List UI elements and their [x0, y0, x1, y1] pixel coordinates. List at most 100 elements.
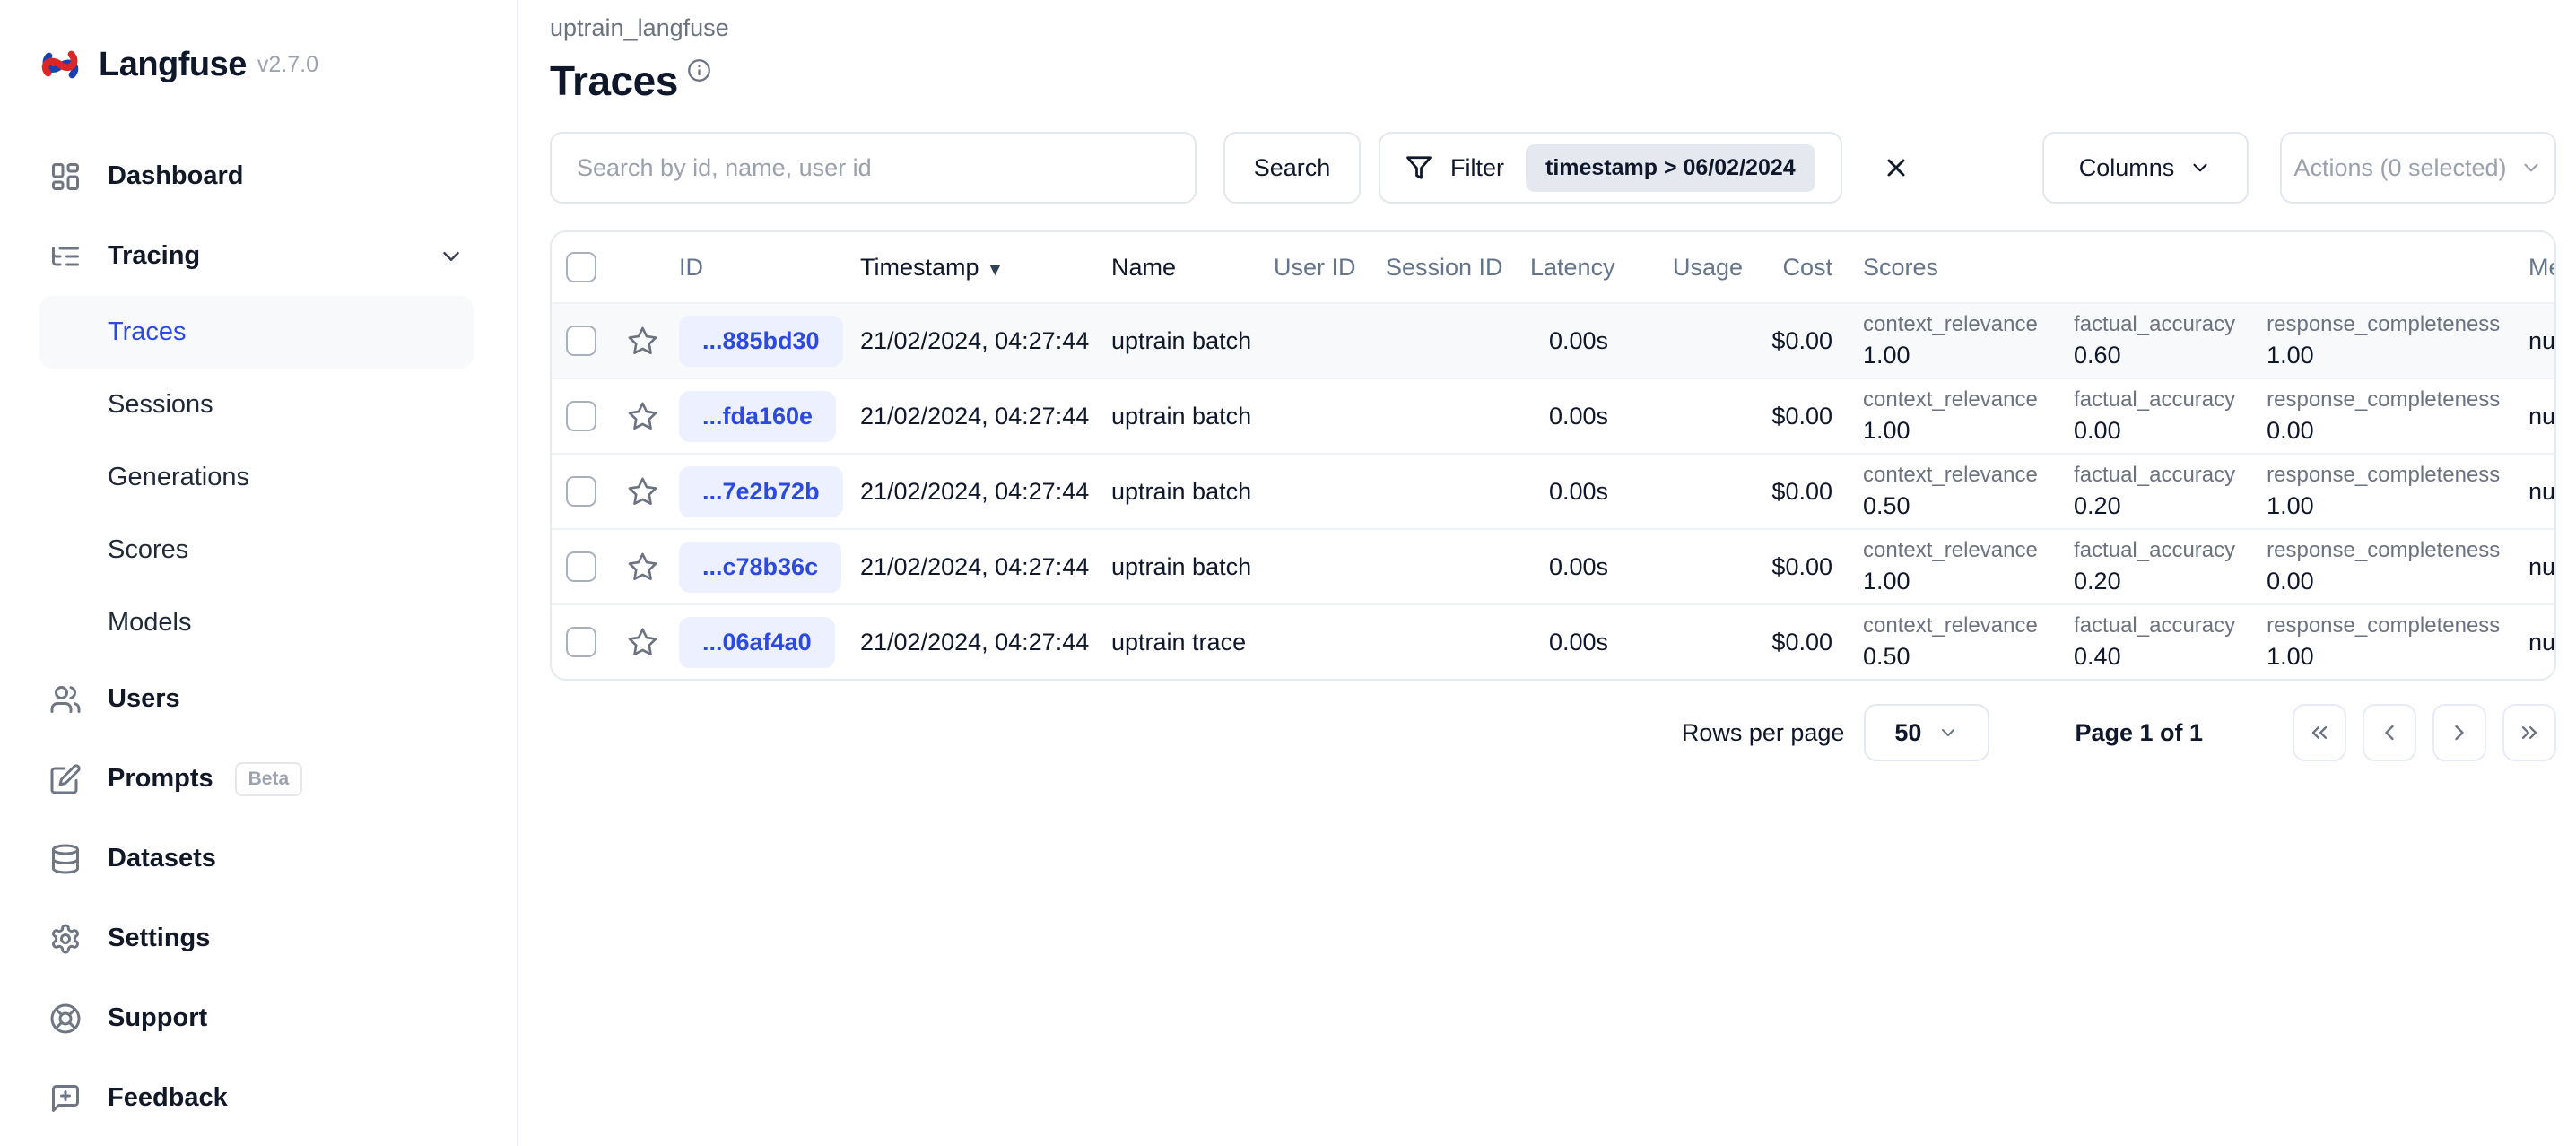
- search-button[interactable]: Search: [1223, 132, 1361, 204]
- star-icon[interactable]: [627, 627, 658, 658]
- trace-metadata: null: [2528, 552, 2554, 580]
- next-page-button[interactable]: [2432, 704, 2486, 761]
- langfuse-knot-icon: [41, 50, 79, 79]
- trace-name: uptrain batch: [1111, 402, 1252, 430]
- sidebar-nav: Dashboard Tracing Traces Sessions Genera…: [0, 136, 517, 1138]
- breadcrumb[interactable]: uptrain_langfuse: [550, 14, 2556, 42]
- column-header-cost[interactable]: Cost: [1750, 254, 1840, 282]
- rows-per-page-value: 50: [1894, 718, 1922, 746]
- score-label: factual_accuracy: [2074, 463, 2236, 487]
- actions-label: Actions (0 selected): [2293, 153, 2507, 181]
- trace-scores: context_relevance 1.00 factual_accuracy 0.…: [1840, 387, 2517, 445]
- score-value: 1.00: [2267, 643, 2314, 670]
- trace-id-link[interactable]: ...06af4a0: [679, 616, 835, 668]
- star-icon[interactable]: [627, 326, 658, 357]
- trace-id-link[interactable]: ...7e2b72b: [679, 465, 843, 517]
- star-icon[interactable]: [627, 476, 658, 508]
- chevron-left-icon: [2385, 725, 2394, 741]
- select-all-checkbox[interactable]: [566, 252, 596, 282]
- sidebar-item-datasets[interactable]: Datasets: [0, 819, 517, 899]
- star-icon[interactable]: [627, 401, 658, 432]
- filter-chip[interactable]: timestamp > 06/02/2024: [1526, 143, 1815, 192]
- table-row[interactable]: ...06af4a0 21/02/2024, 04:27:44 uptrain …: [552, 603, 2554, 679]
- first-page-button[interactable]: [2293, 704, 2346, 761]
- sidebar-item-settings[interactable]: Settings: [0, 899, 517, 978]
- actions-dropdown[interactable]: Actions (0 selected): [2280, 132, 2556, 204]
- score-value: 1.00: [1863, 568, 1910, 595]
- score-label: context_relevance: [1863, 463, 2038, 487]
- sidebar-item-label: Feedback: [108, 1083, 228, 1112]
- columns-dropdown[interactable]: Columns: [2042, 132, 2249, 204]
- score-label: factual_accuracy: [2074, 613, 2236, 638]
- trace-latency: 0.00s: [1548, 477, 1608, 505]
- trace-scores: context_relevance 1.00 factual_accuracy 0.…: [1840, 312, 2517, 369]
- row-checkbox[interactable]: [566, 401, 596, 431]
- chevron-down-icon: [2193, 163, 2207, 172]
- row-checkbox[interactable]: [566, 551, 596, 582]
- info-icon[interactable]: [687, 58, 711, 82]
- rows-per-page-select[interactable]: 50: [1864, 704, 1990, 761]
- score-value: 0.20: [2074, 492, 2121, 519]
- column-header-user-id[interactable]: User ID: [1261, 254, 1373, 282]
- column-header-timestamp[interactable]: Timestamp ▼: [853, 254, 1109, 282]
- row-checkbox[interactable]: [566, 326, 596, 356]
- last-page-button[interactable]: [2502, 704, 2556, 761]
- sidebar-item-label: Sessions: [108, 390, 213, 419]
- sidebar-item-models[interactable]: Models: [0, 586, 517, 659]
- column-header-session-id[interactable]: Session ID: [1373, 254, 1530, 282]
- filter-button[interactable]: Filter timestamp > 06/02/2024: [1379, 132, 1842, 204]
- close-icon: [1887, 159, 1905, 177]
- score-value: 0.00: [2267, 568, 2314, 595]
- trace-id-link[interactable]: ...885bd30: [679, 315, 843, 367]
- table-row[interactable]: ...7e2b72b 21/02/2024, 04:27:44 uptrain …: [552, 453, 2554, 528]
- sidebar-item-scores[interactable]: Scores: [0, 514, 517, 586]
- chevron-down-icon: [1942, 729, 1955, 736]
- sidebar-item-generations[interactable]: Generations: [0, 441, 517, 514]
- score-label: response_completeness: [2267, 463, 2501, 487]
- table-row[interactable]: ...c78b36c 21/02/2024, 04:27:44 uptrain …: [552, 528, 2554, 603]
- trace-cost: $0.00: [1771, 552, 1832, 580]
- life-buoy-icon: [50, 1003, 81, 1033]
- trace-timestamp: 21/02/2024, 04:27:44: [860, 402, 1090, 430]
- column-header-scores[interactable]: Scores: [1840, 254, 2517, 282]
- search-input[interactable]: [550, 132, 1197, 204]
- sidebar-item-support[interactable]: Support: [0, 978, 517, 1058]
- prev-page-button[interactable]: [2363, 704, 2416, 761]
- sidebar-item-prompts[interactable]: Prompts Beta: [0, 739, 517, 819]
- row-checkbox[interactable]: [566, 627, 596, 657]
- trace-scores: context_relevance 1.00 factual_accuracy 0.…: [1840, 538, 2517, 595]
- column-header-latency[interactable]: Latency: [1530, 254, 1615, 282]
- sidebar: Langfuse v2.7.0 Dashboard Tracing Traces…: [0, 0, 518, 1146]
- sidebar-item-label: Settings: [108, 924, 211, 952]
- table-row[interactable]: ...fda160e 21/02/2024, 04:27:44 uptrain …: [552, 378, 2554, 453]
- star-icon[interactable]: [627, 551, 658, 583]
- sidebar-item-traces[interactable]: Traces: [39, 296, 474, 369]
- score-value: 1.00: [1863, 342, 1910, 369]
- sidebar-item-dashboard[interactable]: Dashboard: [0, 136, 517, 216]
- sidebar-item-tracing[interactable]: Tracing: [0, 216, 517, 296]
- column-header-name[interactable]: Name: [1109, 254, 1261, 282]
- score-value: 0.50: [1863, 492, 1910, 519]
- trace-id-link[interactable]: ...c78b36c: [679, 541, 842, 593]
- trace-id-link[interactable]: ...fda160e: [679, 390, 837, 442]
- sidebar-item-label: Dashboard: [108, 161, 244, 190]
- column-header-metadata[interactable]: Metadata: [2517, 254, 2554, 282]
- row-checkbox[interactable]: [566, 476, 596, 507]
- clear-filter-button[interactable]: [1878, 150, 1914, 186]
- pagination: Rows per page 50 Page 1 of 1: [550, 704, 2556, 761]
- sidebar-item-users[interactable]: Users: [0, 659, 517, 739]
- sidebar-item-label: Support: [108, 1003, 208, 1032]
- sidebar-item-label: Models: [108, 608, 192, 637]
- score-label: response_completeness: [2267, 387, 2501, 412]
- score-value: 0.50: [1863, 643, 1910, 670]
- trace-metadata: null: [2528, 402, 2554, 430]
- column-header-usage[interactable]: Usage: [1615, 254, 1750, 282]
- score-value: 0.00: [2074, 417, 2121, 444]
- column-header-id[interactable]: ID: [666, 254, 853, 282]
- list-tree-icon: [52, 247, 79, 265]
- sidebar-item-feedback[interactable]: Feedback: [0, 1058, 517, 1138]
- sidebar-item-label: Scores: [108, 535, 189, 564]
- table-row[interactable]: ...885bd30 21/02/2024, 04:27:44 uptrain …: [552, 302, 2554, 378]
- score-label: context_relevance: [1863, 613, 2038, 638]
- sidebar-item-sessions[interactable]: Sessions: [0, 369, 517, 441]
